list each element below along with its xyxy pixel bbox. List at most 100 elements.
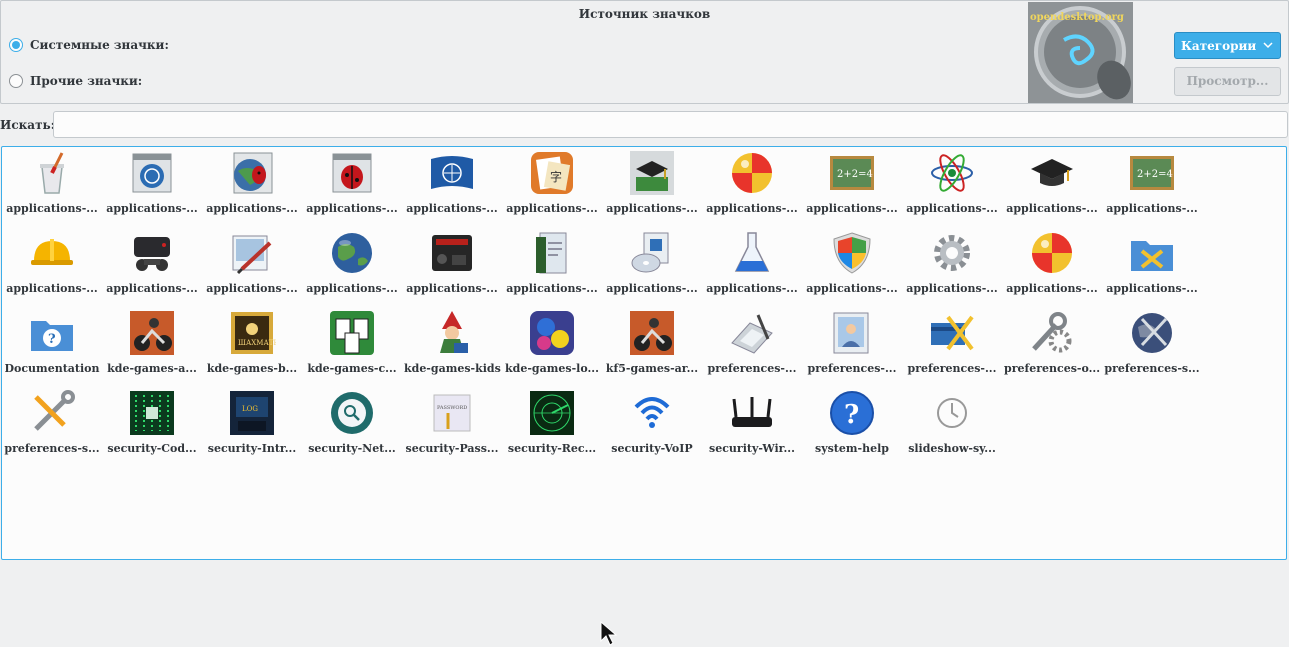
icon-item[interactable]: applications-... bbox=[602, 147, 702, 227]
svg-text:LOG: LOG bbox=[242, 405, 258, 413]
wrench-gear-icon bbox=[1032, 312, 1072, 353]
icon-label: preferences-... bbox=[707, 362, 797, 375]
icon-item[interactable]: applications-... bbox=[1002, 147, 1102, 227]
svg-text:2+2=4: 2+2=4 bbox=[837, 169, 873, 180]
icon-item[interactable]: LOG security-Intr... bbox=[202, 387, 302, 467]
icon-item[interactable]: applications-... bbox=[402, 147, 502, 227]
svg-text:PASSWORD: PASSWORD bbox=[437, 405, 467, 411]
icon-item[interactable]: applications-... bbox=[2, 227, 102, 307]
svg-text:?: ? bbox=[844, 400, 859, 430]
icon-label: security-Wir... bbox=[709, 442, 795, 455]
icon-item[interactable]: applications-... bbox=[1002, 227, 1102, 307]
icon-grid: applications-... applications-... applicat… bbox=[2, 147, 1202, 467]
playing-cards-icon bbox=[330, 311, 374, 355]
graduation-cap-icon bbox=[1031, 159, 1073, 186]
icon-label: applications-... bbox=[106, 202, 198, 215]
icon-item[interactable]: applications-... bbox=[702, 147, 802, 227]
icon-item[interactable]: preferences-... bbox=[802, 307, 902, 387]
icon-item[interactable]: applications-... bbox=[602, 227, 702, 307]
icon-item[interactable]: applications-... bbox=[502, 227, 602, 307]
icon-item[interactable]: preferences-... bbox=[702, 307, 802, 387]
photo-frame-icon bbox=[833, 312, 869, 354]
icon-label: applications-... bbox=[6, 282, 98, 295]
chevron-down-icon bbox=[1263, 42, 1273, 49]
icon-label: preferences-... bbox=[807, 362, 897, 375]
folder-tools-icon bbox=[1131, 241, 1173, 271]
icon-item[interactable]: security-Net... bbox=[302, 387, 402, 467]
icon-label: applications-... bbox=[606, 282, 698, 295]
icon-item[interactable]: ? system-help bbox=[802, 387, 902, 467]
icon-item[interactable]: applications-... bbox=[1102, 227, 1202, 307]
icon-item[interactable]: applications-... bbox=[902, 227, 1002, 307]
icon-label: applications-... bbox=[1106, 202, 1198, 215]
icon-item[interactable]: kde-games-a... bbox=[102, 307, 202, 387]
other-icons-option[interactable]: Прочие значки: bbox=[9, 74, 142, 88]
icon-item[interactable]: security-Cod... bbox=[102, 387, 202, 467]
motorbike-icon bbox=[630, 311, 674, 355]
icon-item[interactable]: preferences-o... bbox=[1002, 307, 1102, 387]
system-icons-radio[interactable] bbox=[9, 38, 23, 52]
icon-label: system-help bbox=[815, 442, 889, 455]
icon-item[interactable]: security-Rec... bbox=[502, 387, 602, 467]
hard-hat-icon bbox=[31, 239, 73, 265]
icon-item[interactable]: applications-... bbox=[402, 227, 502, 307]
icon-item[interactable]: security-VoIP bbox=[602, 387, 702, 467]
icon-item[interactable]: preferences-s... bbox=[2, 387, 102, 467]
icon-item[interactable]: PASSWORD security-Pass... bbox=[402, 387, 502, 467]
icon-label: applications-... bbox=[906, 202, 998, 215]
icon-item[interactable]: applications-... bbox=[302, 147, 402, 227]
gear-icon bbox=[934, 235, 970, 271]
categories-dropdown[interactable]: Категории bbox=[1174, 32, 1281, 59]
icon-label: security-Pass... bbox=[405, 442, 499, 455]
icon-label: kde-games-kids bbox=[404, 362, 501, 375]
icon-item[interactable]: applications-... bbox=[202, 147, 302, 227]
wireless-router-icon bbox=[732, 397, 772, 427]
system-icons-option[interactable]: Системные значки: bbox=[9, 38, 169, 52]
icon-item[interactable]: kde-games-lo... bbox=[502, 307, 602, 387]
icon-item[interactable]: preferences-... bbox=[902, 307, 1002, 387]
wifi-icon bbox=[634, 397, 670, 428]
other-icons-radio[interactable] bbox=[9, 74, 23, 88]
icon-item[interactable]: applications-... bbox=[2, 147, 102, 227]
browse-button[interactable]: Просмотр... bbox=[1174, 67, 1281, 96]
icon-item[interactable]: kde-games-c... bbox=[302, 307, 402, 387]
office-book-icon bbox=[536, 232, 567, 274]
search-input[interactable] bbox=[53, 111, 1288, 138]
icon-item[interactable]: applications-... bbox=[802, 227, 902, 307]
card-tools-icon bbox=[931, 315, 974, 351]
help-folder-icon: ? bbox=[31, 321, 73, 351]
icon-item[interactable]: 字 applications-... bbox=[502, 147, 602, 227]
windows-shield-icon bbox=[833, 232, 871, 274]
icon-label: applications-... bbox=[206, 282, 298, 295]
icon-item[interactable]: ШАХМАТЫ kde-games-b... bbox=[202, 307, 302, 387]
icon-item[interactable]: security-Wir... bbox=[702, 387, 802, 467]
icon-item[interactable]: kde-games-kids bbox=[402, 307, 502, 387]
hacker-screen-icon: LOG bbox=[230, 391, 274, 435]
icon-item[interactable]: 2+2=4 applications-... bbox=[802, 147, 902, 227]
icon-item[interactable]: ? Documentation bbox=[2, 307, 102, 387]
icon-preview: opendesktop.org bbox=[1028, 2, 1133, 103]
icon-item[interactable]: applications-... bbox=[102, 147, 202, 227]
graphics-tablet-icon bbox=[731, 314, 773, 354]
icon-label: security-VoIP bbox=[611, 442, 693, 455]
icon-item[interactable]: preferences-s... bbox=[1102, 307, 1202, 387]
icon-item[interactable]: applications-... bbox=[702, 227, 802, 307]
icon-list-view[interactable]: applications-... applications-... applicat… bbox=[1, 146, 1287, 646]
icon-label: applications-... bbox=[806, 282, 898, 295]
icon-label: applications-... bbox=[1006, 202, 1098, 215]
icon-item[interactable]: applications-... bbox=[102, 227, 202, 307]
chalkboard-math-icon: 2+2=4 bbox=[830, 156, 874, 190]
password-note-icon: PASSWORD bbox=[433, 394, 471, 432]
icon-label: applications-... bbox=[706, 202, 798, 215]
beach-ball-icon bbox=[1032, 233, 1072, 273]
icon-label: slideshow-sy... bbox=[908, 442, 996, 455]
preview-brand-text: opendesktop.org bbox=[1030, 12, 1124, 23]
icon-item[interactable]: slideshow-sy... bbox=[902, 387, 1002, 467]
un-window-icon bbox=[132, 153, 172, 193]
icon-item[interactable]: kf5-games-ar... bbox=[602, 307, 702, 387]
icon-item[interactable]: applications-... bbox=[902, 147, 1002, 227]
kde-disc-icon bbox=[631, 232, 669, 273]
icon-item[interactable]: applications-... bbox=[302, 227, 402, 307]
icon-item[interactable]: applications-... bbox=[202, 227, 302, 307]
icon-item[interactable]: 2+2=4 applications-... bbox=[1102, 147, 1202, 227]
